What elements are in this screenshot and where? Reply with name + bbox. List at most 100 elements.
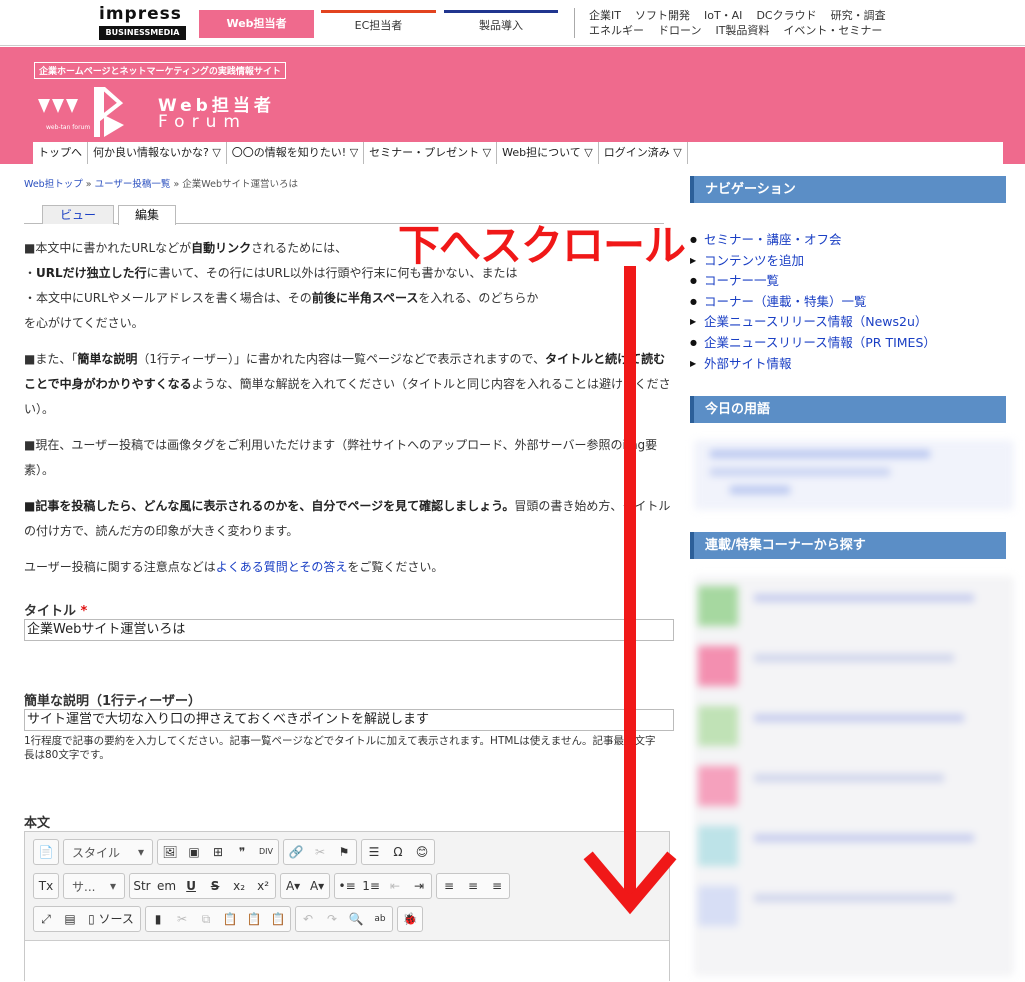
tab-edit[interactable]: 編集 (118, 205, 176, 225)
instruction-images: ■現在、ユーザー投稿では画像タグをご利用いただけます（弊社サイトへのアップロード… (24, 438, 658, 477)
required-mark: * (80, 604, 88, 619)
nav-link-add-content[interactable]: ▶ コンテンツを追加 (690, 251, 1010, 272)
nav-item-seminar[interactable]: セミナー・プレゼント ▽ (364, 142, 498, 164)
anchor-icon[interactable]: ⚑ (332, 840, 356, 864)
nav-link-external[interactable]: ▶ 外部サイト情報 (690, 354, 1010, 375)
text-color-icon[interactable]: A▾ (281, 874, 305, 898)
unlink-icon[interactable]: ✂ (308, 840, 332, 864)
nav-link-series[interactable]: ● コーナー（連載・特集）一覧 (690, 292, 1010, 313)
maximize-icon[interactable]: ⤢ (34, 907, 58, 931)
nav-item-topics[interactable]: 〇〇の情報を知りたい! ▽ (227, 142, 365, 164)
title-input[interactable]: 企業Webサイト運営いろは (24, 619, 674, 641)
instruction-teaser: ■また、「簡単な説明（1行ティーザー）」に書かれた内容は一覧ページなどで表示され… (24, 352, 671, 416)
emphasis-icon[interactable]: em (154, 874, 179, 898)
source-button[interactable]: ▯ ソース (82, 907, 140, 931)
link-icon[interactable]: 🔗 (284, 840, 308, 864)
strikethrough-icon[interactable]: S (203, 874, 227, 898)
faq-link[interactable]: よくある質問とその答え (216, 560, 348, 574)
mark-caption: web-tan forum (46, 124, 91, 131)
site-tab-products[interactable]: 製品導入 (444, 10, 558, 38)
bulleted-list-icon[interactable]: •≡ (335, 874, 359, 898)
spellcheck-icon[interactable]: 🐞 (398, 907, 422, 931)
category-link[interactable]: DCクラウド (756, 8, 816, 23)
nav-item-top[interactable]: トップへ (33, 142, 88, 164)
logo-top-text: impress (99, 4, 182, 24)
rich-text-editor[interactable]: 📄 スタイル ▾ 🖼 ▣ ⊞ ❞ DIV 🔗 ✂ ⚑ ☰ Ω 😊 Tx サ... ▾… (24, 831, 670, 982)
nav-link-corners[interactable]: ● コーナー一覧 (690, 271, 1010, 292)
nav-link-seminar[interactable]: ● セミナー・講座・オフ会 (690, 230, 1010, 251)
blurred-series-list (694, 576, 1014, 976)
category-link[interactable]: 研究・調査 (831, 8, 886, 23)
underline-icon[interactable]: U (179, 874, 203, 898)
editor-body-area[interactable] (25, 940, 669, 982)
breadcrumb: Web担トップ » ユーザー投稿一覧 » 企業Webサイト運営いろは (24, 176, 298, 190)
cut-icon[interactable]: ✂ (170, 907, 194, 931)
align-right-icon[interactable]: ≡ (485, 874, 509, 898)
nav-link-prtimes[interactable]: ● 企業ニュースリリース情報（PR TIMES） (690, 333, 1010, 354)
emoji-icon[interactable]: 😊 (410, 840, 434, 864)
impress-logo[interactable]: impress BUSINESSMEDIA (99, 4, 186, 40)
replace-icon[interactable]: ab (368, 907, 392, 931)
image-icon[interactable]: 🖼 (158, 840, 182, 864)
show-blocks-icon[interactable]: ▤ (58, 907, 82, 931)
find-icon[interactable]: 🔍 (344, 907, 368, 931)
nav-item-login[interactable]: ログイン済み ▽ (599, 142, 688, 164)
category-link[interactable]: ソフト開発 (635, 8, 690, 23)
remove-format-icon[interactable]: Tx (34, 874, 58, 898)
category-link[interactable]: IT製品資料 (715, 23, 769, 38)
site-banner: 企業ホームページとネットマーケティングの実践情報サイト web-tan foru… (0, 47, 1025, 164)
sidebar-heading-term: 今日の用語 (690, 396, 1006, 423)
div-icon[interactable]: DIV (254, 840, 278, 864)
strong-icon[interactable]: Str (130, 874, 154, 898)
copy-icon[interactable]: ⧉ (194, 907, 218, 931)
posting-instructions: ■本文中に書かれたURLなどが自動リンクされるためには、 ・URLだけ独立した行… (24, 236, 674, 591)
sidebar-heading-navigation: ナビゲーション (690, 176, 1006, 203)
media-icon[interactable]: ▣ (182, 840, 206, 864)
table-icon[interactable]: ⊞ (206, 840, 230, 864)
subscript-icon[interactable]: x₂ (227, 874, 251, 898)
teaser-input[interactable]: サイト運営で大切な入り口の押さえておくべきポイントを解説します (24, 709, 674, 731)
tab-view[interactable]: ビュー (42, 205, 114, 224)
align-center-icon[interactable]: ≡ (461, 874, 485, 898)
align-left-icon[interactable]: ≡ (437, 874, 461, 898)
style-combo[interactable]: スタイル ▾ (63, 839, 153, 865)
special-char-icon[interactable]: Ω (386, 840, 410, 864)
teaser-label: 簡単な説明（1行ティーザー） (24, 694, 202, 709)
breadcrumb-sep: » (85, 179, 92, 190)
indent-icon[interactable]: ⇥ (407, 874, 431, 898)
breadcrumb-current: 企業Webサイト運営いろは (182, 179, 298, 190)
category-link[interactable]: IoT・AI (704, 8, 742, 23)
site-tab-web[interactable]: Web担当者 (199, 10, 314, 38)
category-link[interactable]: イベント・セミナー (783, 23, 882, 38)
toolbar-row-2: Tx サ... ▾ Str em U S x₂ x² A▾ A▾ •≡ 1≡ ⇤ … (33, 873, 511, 899)
site-tab-ec[interactable]: EC担当者 (321, 10, 436, 38)
template-icon[interactable]: ▮ (146, 907, 170, 931)
numbered-list-icon[interactable]: 1≡ (359, 874, 383, 898)
nav-link-news2u[interactable]: ▶ 企業ニュースリリース情報（News2u） (690, 312, 1010, 333)
category-link[interactable]: ドローン (658, 23, 701, 38)
category-link[interactable]: 企業IT (589, 8, 621, 23)
breadcrumb-sep: » (173, 179, 180, 190)
document-icon[interactable]: 📄 (34, 840, 58, 864)
undo-icon[interactable]: ↶ (296, 907, 320, 931)
size-combo[interactable]: サ... ▾ (63, 873, 125, 899)
category-link[interactable]: エネルギー (589, 23, 644, 38)
paste-text-icon[interactable]: 📋 (242, 907, 266, 931)
breadcrumb-list[interactable]: ユーザー投稿一覧 (95, 179, 171, 190)
nav-item-about[interactable]: Web担について ▽ (497, 142, 599, 164)
paste-icon[interactable]: 📋 (218, 907, 242, 931)
main-nav: トップへ 何か良い情報ないかな? ▽ 〇〇の情報を知りたい! ▽ セミナー・プレ… (33, 142, 1003, 164)
horizontal-rule-icon[interactable]: ☰ (362, 840, 386, 864)
blockquote-icon[interactable]: ❞ (230, 840, 254, 864)
paste-word-icon[interactable]: 📋 (266, 907, 290, 931)
superscript-icon[interactable]: x² (251, 874, 275, 898)
breadcrumb-home[interactable]: Web担トップ (24, 179, 83, 190)
nav-item-info[interactable]: 何か良い情報ないかな? ▽ (88, 142, 227, 164)
outdent-icon[interactable]: ⇤ (383, 874, 407, 898)
logo-bottom-text: BUSINESSMEDIA (99, 26, 186, 40)
toolbar-row-1: 📄 スタイル ▾ 🖼 ▣ ⊞ ❞ DIV 🔗 ✂ ⚑ ☰ Ω 😊 (33, 839, 435, 865)
web-tan-logo-mark[interactable]: web-tan forum (36, 82, 156, 137)
redo-icon[interactable]: ↷ (320, 907, 344, 931)
category-links: 企業IT ソフト開発 IoT・AI DCクラウド 研究・調査 エネルギー ドローン IT製品… (574, 8, 1014, 38)
bg-color-icon[interactable]: A▾ (305, 874, 329, 898)
